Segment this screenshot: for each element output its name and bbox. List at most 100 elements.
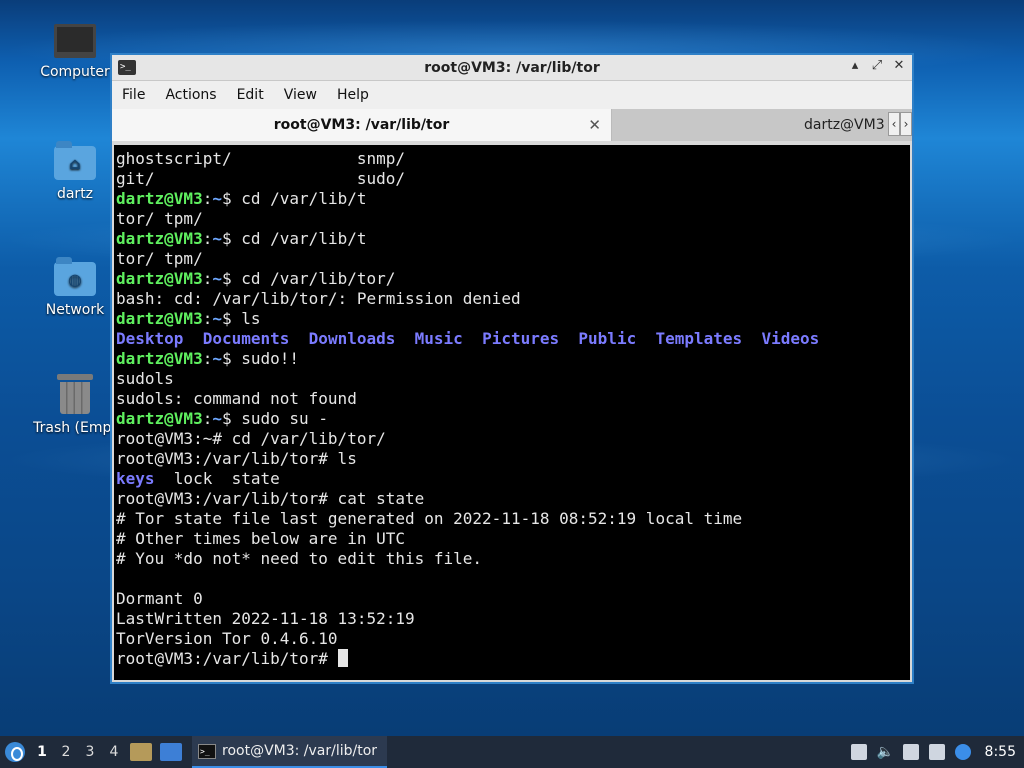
terminal-text: $ cd /var/lib/t (221, 229, 367, 248)
directory-name: keys (116, 469, 155, 488)
terminal-text: root@VM3:/var/lib/tor# cat state (116, 489, 425, 508)
maximize-button[interactable]: ⤢ (870, 58, 884, 73)
update-icon[interactable] (850, 744, 867, 760)
tab-close-icon[interactable]: ✕ (588, 116, 601, 134)
terminal-text: git/ sudo/ (116, 169, 405, 188)
tab-next-button[interactable]: › (900, 112, 912, 136)
menu-edit[interactable]: Edit (237, 87, 264, 103)
terminal-text: : (202, 229, 213, 248)
terminal-text: tor/ tpm/ (116, 209, 203, 228)
computer-icon (54, 24, 96, 58)
terminal-text: # Tor state file last generated on 2022-… (116, 509, 743, 528)
terminal-text: $ cd /var/lib/tor/ (221, 269, 396, 288)
terminal-line: root@VM3:/var/lib/tor# (116, 649, 910, 669)
directory-name: Downloads (308, 329, 396, 348)
desktop-icon-label: dartz (56, 186, 94, 202)
taskbar-task-terminal[interactable]: >_ root@VM3: /var/lib/tor (192, 736, 388, 768)
network-folder-icon: ◍ (54, 257, 96, 296)
terminal-line: root@VM3:/var/lib/tor# ls (116, 449, 910, 469)
terminal-line: tor/ tpm/ (116, 209, 910, 229)
terminal-line: git/ sudo/ (116, 169, 910, 189)
terminal-text: # Other times below are in UTC (116, 529, 405, 548)
minimize-button[interactable]: ▴ (848, 58, 862, 73)
terminal-text: root@VM3:/var/lib/tor# ls (116, 449, 357, 468)
taskbar: 1 2 3 4 >_ root@VM3: /var/lib/tor 🔈 8:55 (0, 736, 1024, 768)
terminal-line: # Tor state file last generated on 2022-… (116, 509, 910, 529)
terminal-text: lock state (154, 469, 280, 488)
directory-name: Public (578, 329, 637, 348)
menu-file[interactable]: File (122, 87, 145, 103)
prompt-path: ~ (212, 229, 222, 248)
terminal-line: dartz@VM3:~$ sudo su - (116, 409, 910, 429)
prompt-path: ~ (212, 189, 222, 208)
prompt-path: ~ (212, 409, 222, 428)
terminal-line: keys lock state (116, 469, 910, 489)
directory-name: Pictures (482, 329, 560, 348)
file-manager-icon[interactable] (130, 743, 152, 761)
tab-dartz[interactable]: dartz@VM3 (612, 109, 912, 141)
workspace-2[interactable]: 2 (54, 744, 78, 760)
show-desktop-icon[interactable] (160, 743, 182, 761)
window-titlebar[interactable]: >_ root@VM3: /var/lib/tor ▴ ⤢ ✕ (112, 55, 912, 81)
terminal-text: Dormant 0 (116, 589, 203, 608)
menu-view[interactable]: View (284, 87, 317, 103)
volume-icon[interactable]: 🔈 (877, 744, 894, 760)
terminal-line: Dormant 0 (116, 589, 910, 609)
terminal-icon: >_ (118, 60, 136, 75)
terminal-line: sudols (116, 369, 910, 389)
terminal-line: # Other times below are in UTC (116, 529, 910, 549)
prompt-user: dartz@VM3 (116, 229, 203, 248)
tab-label: root@VM3: /var/lib/tor (273, 117, 450, 133)
prompt-path: ~ (212, 349, 222, 368)
terminal-text: ghostscript/ snmp/ (116, 149, 405, 168)
terminal-line: ghostscript/ snmp/ (116, 149, 910, 169)
terminal-icon: >_ (198, 743, 216, 759)
workspace-3[interactable]: 3 (78, 744, 102, 760)
terminal-text: $ sudo su - (221, 409, 328, 428)
network-icon[interactable] (928, 744, 945, 760)
terminal-output[interactable]: ghostscript/ snmp/git/ sudo/dartz@VM3:~$… (114, 145, 910, 680)
workspace-4[interactable]: 4 (102, 744, 126, 760)
start-menu-button[interactable] (0, 736, 30, 768)
menu-actions[interactable]: Actions (165, 87, 216, 103)
terminal-text: tor/ tpm/ (116, 249, 203, 268)
workspace-1[interactable]: 1 (30, 744, 54, 760)
prompt-user: dartz@VM3 (116, 409, 203, 428)
directory-name: Documents (202, 329, 290, 348)
notification-icon[interactable] (954, 744, 971, 760)
terminal-text: : (202, 349, 213, 368)
terminal-text: $ ls (221, 309, 261, 328)
trash-icon (57, 374, 93, 414)
home-folder-icon: ⌂ (54, 141, 96, 180)
terminal-text: sudols: command not found (116, 389, 357, 408)
terminal-text: root@VM3:~# cd /var/lib/tor/ (116, 429, 386, 448)
tab-label: dartz@VM3 (804, 117, 885, 133)
system-tray: 🔈 8:55 (850, 744, 1024, 760)
terminal-text: $ cd /var/lib/t (221, 189, 367, 208)
close-button[interactable]: ✕ (892, 58, 906, 73)
terminal-text: bash: cd: /var/lib/tor/: Permission deni… (116, 289, 521, 308)
text-cursor (337, 649, 348, 667)
desktop-icon-label: Trash (Empt (33, 420, 117, 436)
tab-prev-button[interactable]: ‹ (888, 112, 900, 136)
terminal-line: sudols: command not found (116, 389, 910, 409)
desktop-icon-label: Network (45, 302, 105, 318)
prompt-user: dartz@VM3 (116, 349, 203, 368)
menu-help[interactable]: Help (337, 87, 369, 103)
clock[interactable]: 8:55 (985, 744, 1016, 760)
prompt-path: ~ (212, 309, 222, 328)
terminal-line: Desktop Documents Downloads Music Pictur… (116, 329, 910, 349)
directory-name: Templates (655, 329, 743, 348)
prompt-user: dartz@VM3 (116, 309, 203, 328)
tab-root[interactable]: root@VM3: /var/lib/tor ✕ (112, 109, 612, 141)
terminal-text: sudols (116, 369, 174, 388)
clipboard-icon[interactable] (902, 744, 919, 760)
tab-scroll-buttons: ‹ › (888, 112, 912, 136)
terminal-line: tor/ tpm/ (116, 249, 910, 269)
prompt-path: ~ (212, 269, 222, 288)
